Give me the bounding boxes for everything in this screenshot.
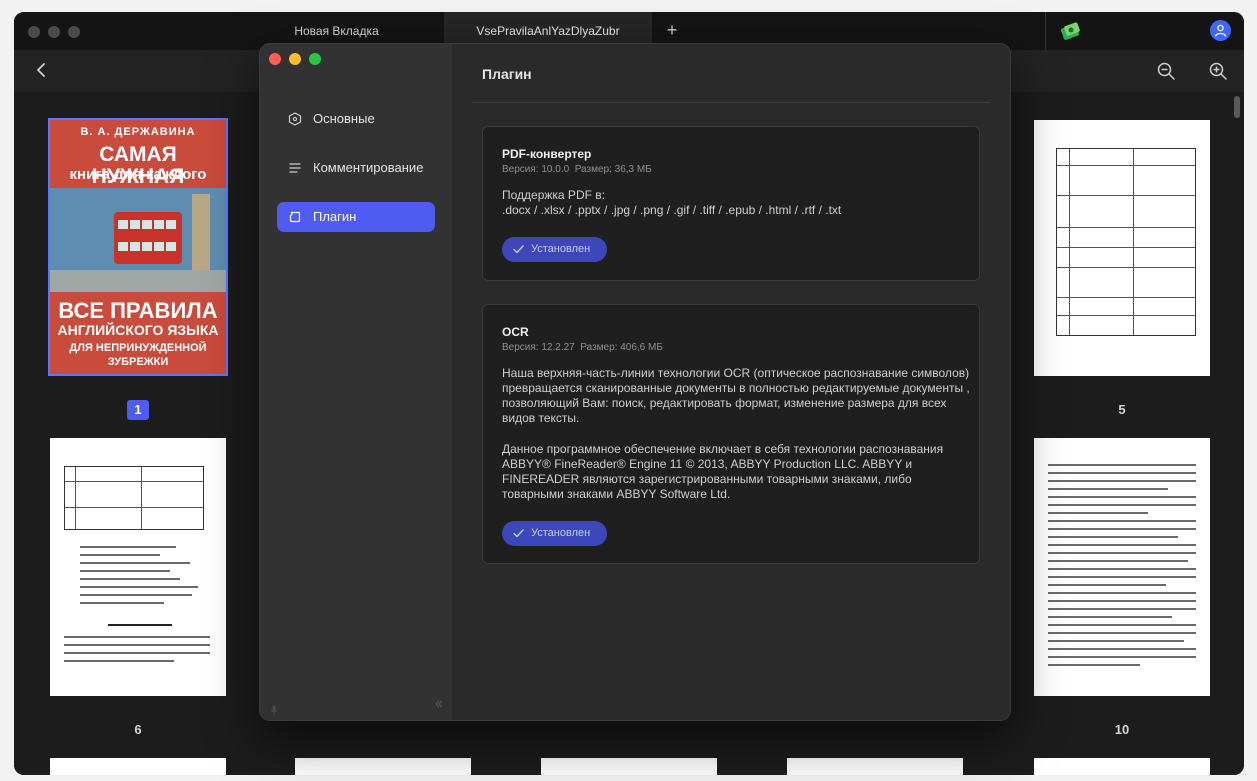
plugin-name: PDF-конвертер (502, 147, 592, 161)
close-dialog-button[interactable] (269, 53, 281, 65)
preferences-sidebar: Основные Комментирование Плагин (260, 44, 452, 720)
plugin-card-ocr: OCR Версия: 12.2.27 Размер: 406,6 МБ Наш… (482, 304, 980, 564)
preferences-dialog: Основные Комментирование Плагин Плагин P… (259, 43, 1011, 721)
page-title: Плагин (482, 66, 532, 82)
installed-button[interactable]: Установлен (502, 521, 607, 546)
page-thumbnail[interactable] (787, 758, 963, 775)
plugin-description-legal: Данное программное обеспечение включает … (502, 442, 944, 501)
cover-bottom-line4: ЗУБРЕЖКИ (107, 356, 169, 368)
installed-label: Установлен (531, 243, 591, 255)
minimize-window-button[interactable] (48, 26, 60, 38)
page-number-label: 6 (134, 722, 142, 737)
cover-author: В. А. ДЕРЖАВИНА (80, 126, 196, 138)
sidebar-item-label: Основные (313, 111, 375, 126)
sidebar-item-commenting[interactable]: Комментирование (277, 153, 435, 183)
check-icon (513, 529, 524, 538)
page-thumbnail[interactable] (295, 758, 471, 775)
page-thumbnail-10[interactable] (1034, 438, 1210, 696)
plugin-description: Наша верхняя-часть-линии технологии OCR … (502, 366, 970, 425)
cover-bottom-line2: АНГЛИЙСКОГО ЯЗЫКА (57, 322, 219, 338)
window-controls (28, 26, 80, 38)
chevron-left-icon[interactable] (32, 60, 52, 80)
plugin-icon (289, 211, 301, 223)
installed-button[interactable]: Установлен (502, 237, 607, 262)
page-thumbnail[interactable] (541, 758, 717, 775)
preferences-content: Плагин PDF-конвертер Версия: 10.0.0 Разм… (452, 44, 1010, 720)
installed-label: Установлен (531, 527, 591, 539)
plugin-version: Версия: 12.2.27 (502, 342, 575, 353)
user-avatar-icon[interactable] (1210, 20, 1231, 41)
microphone-icon (270, 702, 278, 715)
page-number-label: 1 (127, 400, 149, 420)
zoom-dialog-button[interactable] (309, 53, 321, 65)
lines-icon (289, 163, 301, 173)
cover-road-illustration (50, 270, 226, 292)
page-thumbnail[interactable] (1034, 758, 1210, 775)
sidebar-item-label: Плагин (313, 209, 357, 224)
plugin-meta: Версия: 12.2.27 Размер: 406,6 МБ (502, 342, 663, 353)
page-number-label: 5 (1118, 402, 1126, 417)
extension-icon[interactable] (1060, 21, 1082, 41)
plugin-size: Размер: 406,6 МБ (580, 342, 663, 353)
plugin-size: Размер: 36,3 МБ (574, 164, 652, 175)
collapse-sidebar-icon[interactable] (434, 698, 444, 712)
sidebar-item-general[interactable]: Основные (277, 104, 435, 134)
title-divider (472, 102, 990, 103)
add-tab-button[interactable]: + (662, 20, 682, 40)
sidebar-item-plugin[interactable]: Плагин (277, 202, 435, 232)
cover-title-line2: книга для каждого (69, 166, 207, 183)
plugin-version: Версия: 10.0.0 (502, 164, 570, 175)
close-window-button[interactable] (28, 26, 40, 38)
plugin-card-pdf-converter: PDF-конвертер Версия: 10.0.0 Размер: 36,… (482, 126, 980, 281)
minimize-dialog-button[interactable] (289, 53, 301, 65)
page-thumbnail[interactable] (50, 758, 226, 775)
cover-tower-illustration (192, 194, 210, 272)
page-thumbnail-1[interactable]: В. А. ДЕРЖАВИНА САМАЯ НУЖНАЯ книга для к… (48, 118, 228, 376)
cover-bus-illustration (114, 212, 182, 264)
dialog-window-controls (269, 53, 321, 65)
zoom-out-icon[interactable] (1156, 61, 1176, 86)
check-icon (513, 245, 524, 254)
plugin-meta: Версия: 10.0.0 Размер: 36,3 МБ (502, 164, 652, 175)
plugin-name: OCR (502, 325, 529, 339)
zoom-in-icon[interactable] (1208, 61, 1228, 86)
cover-bottom-line1: ВСЕ ПРАВИЛА (58, 298, 218, 323)
page-thumbnail-5[interactable] (1034, 120, 1210, 376)
cover-bottom-line3: ДЛЯ НЕПРИНУЖДЕННОЙ (69, 342, 207, 354)
plugin-description: Поддержка PDF в: (502, 188, 605, 202)
hexagon-icon (288, 112, 302, 126)
plugin-description-formats: .docx / .xlsx / .pptx / .jpg / .png / .g… (502, 203, 842, 217)
scrollbar-thumb[interactable] (1234, 96, 1240, 118)
page-thumbnail-6[interactable] (50, 438, 226, 696)
sidebar-item-label: Комментирование (313, 160, 424, 175)
zoom-window-button[interactable] (68, 26, 80, 38)
tab-divider (1045, 12, 1046, 50)
page-number-label: 10 (1114, 722, 1130, 737)
